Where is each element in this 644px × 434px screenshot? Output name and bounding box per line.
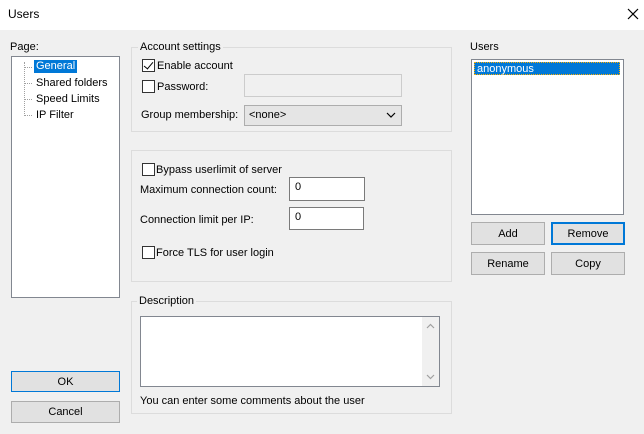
- copy-user-button[interactable]: Copy: [551, 252, 625, 275]
- password-checkbox[interactable]: [142, 80, 155, 93]
- tree-connector: [24, 115, 32, 116]
- enable-account-checkbox[interactable]: [142, 59, 155, 72]
- description-hint: You can enter some comments about the us…: [140, 395, 365, 407]
- chevron-down-icon: [386, 112, 396, 118]
- force-tls-label: Force TLS for user login: [156, 247, 274, 259]
- add-user-button[interactable]: Add: [471, 222, 545, 245]
- page-label: Page:: [10, 41, 39, 53]
- close-icon: [627, 8, 639, 20]
- group-membership-value: <none>: [249, 109, 287, 121]
- description-scrollbar[interactable]: [422, 317, 439, 386]
- tree-connector: [24, 67, 32, 68]
- group-membership-label: Group membership:: [141, 109, 239, 121]
- tree-item-general[interactable]: General: [34, 60, 78, 73]
- bypass-userlimit-label: Bypass userlimit of server: [156, 164, 282, 176]
- scroll-up-icon[interactable]: [426, 323, 435, 329]
- remove-user-button[interactable]: Remove: [551, 222, 625, 245]
- description-textarea[interactable]: [140, 316, 440, 387]
- ok-button[interactable]: OK: [11, 371, 120, 392]
- tree-connector: [24, 99, 32, 100]
- tree-connector: [24, 83, 32, 84]
- list-item[interactable]: anonymous: [474, 62, 620, 75]
- tree-item-speed-limits[interactable]: Speed Limits: [36, 93, 100, 106]
- account-settings-legend: Account settings: [138, 41, 223, 53]
- enable-account-label: Enable account: [157, 60, 233, 72]
- rename-user-button[interactable]: Rename: [471, 252, 545, 275]
- tree-item-shared-folders[interactable]: Shared folders: [36, 77, 108, 90]
- tree-item-ip-filter[interactable]: IP Filter: [36, 109, 74, 122]
- cancel-button[interactable]: Cancel: [11, 401, 120, 423]
- users-label: Users: [470, 41, 499, 53]
- force-tls-checkbox[interactable]: [142, 246, 155, 259]
- description-legend: Description: [137, 295, 197, 307]
- password-label: Password:: [157, 81, 209, 93]
- title-bar: [0, 0, 644, 30]
- max-connection-field[interactable]: 0: [289, 177, 365, 201]
- tree-connector: [24, 62, 25, 114]
- users-list[interactable]: anonymous: [471, 59, 624, 215]
- connection-per-ip-label: Connection limit per IP:: [140, 214, 254, 226]
- bypass-userlimit-checkbox[interactable]: [142, 163, 155, 176]
- group-membership-select[interactable]: <none>: [244, 105, 402, 126]
- close-button[interactable]: [622, 3, 644, 25]
- window-title: Users: [8, 7, 40, 21]
- password-field[interactable]: [244, 74, 402, 97]
- max-connection-label: Maximum connection count:: [140, 184, 277, 196]
- connection-per-ip-field[interactable]: 0: [289, 207, 364, 230]
- scroll-down-icon[interactable]: [426, 374, 435, 380]
